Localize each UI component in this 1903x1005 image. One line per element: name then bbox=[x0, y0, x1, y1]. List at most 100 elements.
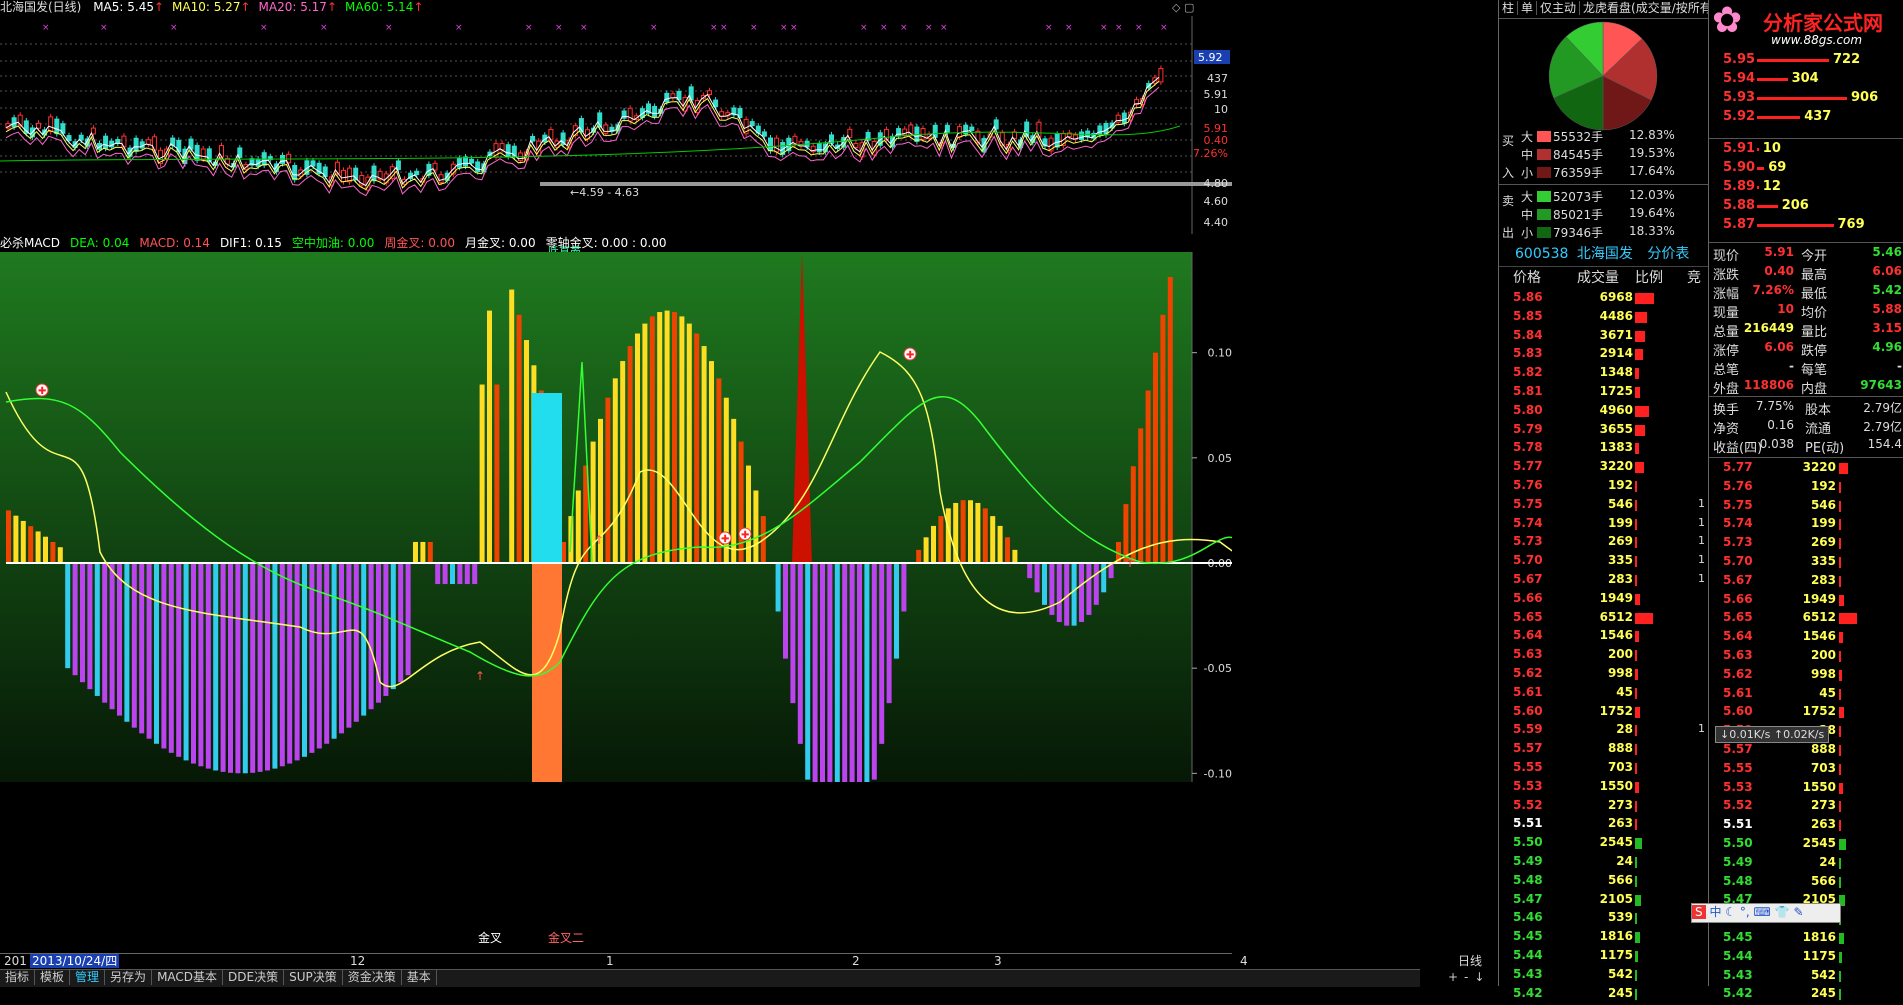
mid-tab[interactable]: 仅主动 bbox=[1537, 1, 1581, 15]
mid-tab[interactable]: 龙虎看盘(成交量/按所有 bbox=[1580, 1, 1709, 15]
row-price: 5.62 bbox=[1513, 666, 1543, 680]
row-volume: 703 bbox=[1810, 760, 1836, 775]
macd-bar bbox=[20, 520, 26, 563]
col-price[interactable]: 价格 bbox=[1513, 267, 1541, 287]
bottom-tab[interactable]: 指标 bbox=[0, 970, 36, 985]
macd-bar bbox=[420, 541, 426, 563]
ime-punct-icon[interactable]: °, bbox=[1740, 905, 1750, 919]
bottom-tab[interactable]: 另存为 bbox=[105, 970, 153, 985]
table-row: 5.66 1949 bbox=[1709, 592, 1903, 611]
month-12: 12 bbox=[350, 954, 366, 968]
money-flow-pie bbox=[1548, 21, 1658, 131]
row-volume: 1348 bbox=[1599, 365, 1633, 380]
candle-body bbox=[475, 161, 481, 173]
macd-bar bbox=[509, 289, 515, 563]
price-tick: 4.80 bbox=[1204, 177, 1229, 190]
row-price: 5.80 bbox=[1513, 402, 1543, 417]
macd-bar bbox=[242, 563, 248, 774]
ratio-bar bbox=[1839, 557, 1841, 568]
table-row: 5.49 24 bbox=[1499, 854, 1709, 873]
row-volume: 542 bbox=[1607, 966, 1633, 981]
macd-bar bbox=[124, 563, 130, 722]
row-volume: 539 bbox=[1607, 910, 1633, 925]
row-price: 5.43 bbox=[1723, 967, 1753, 982]
mid-tab[interactable]: 单 bbox=[1518, 1, 1538, 15]
macd-bar bbox=[1005, 537, 1010, 563]
table-row: 5.42 245 bbox=[1499, 986, 1709, 1005]
stat-value: 154.4 bbox=[1867, 437, 1902, 451]
stat-value: 7.75% bbox=[1755, 399, 1794, 413]
row-price: 5.43 bbox=[1513, 966, 1543, 981]
macd-indicator-label: DEA: 0.04 bbox=[69, 236, 130, 250]
flow-volume: 85021手 bbox=[1553, 208, 1604, 222]
ime-s-icon[interactable]: S bbox=[1692, 905, 1706, 919]
table-title[interactable]: 分价表 bbox=[1647, 246, 1689, 262]
bottom-tabs: 指标 模板 管理 另存为 MACD基本 DDE决策 SUP决策 资金决策 基本 bbox=[0, 969, 1420, 987]
ask-volume: 437 bbox=[1804, 109, 1832, 124]
zoom-controls[interactable]: +-↓ bbox=[1448, 970, 1490, 984]
quote-value: 10 bbox=[1777, 302, 1794, 316]
macd-bar bbox=[50, 541, 56, 563]
flow-percent: 17.64% bbox=[1629, 164, 1675, 178]
bottom-tab[interactable]: MACD基本 bbox=[152, 970, 224, 985]
candle-body bbox=[621, 110, 627, 119]
row-volume: 245 bbox=[1607, 985, 1633, 1000]
ime-mode[interactable]: 中 bbox=[1709, 905, 1721, 919]
macd-bar bbox=[6, 510, 11, 563]
row-volume: 1725 bbox=[1599, 384, 1633, 398]
speed-text: ↓0.01K/s ↑0.02K/s bbox=[1720, 728, 1825, 741]
quote-value: 7.26% bbox=[1752, 283, 1794, 297]
stat-label: 流通 bbox=[1805, 422, 1832, 437]
window-controls[interactable]: ◇ ▢ bbox=[1172, 1, 1194, 14]
bid-bar bbox=[1757, 224, 1834, 227]
macd-tick: -0.05 bbox=[1204, 662, 1232, 675]
row-price: 5.44 bbox=[1723, 948, 1753, 963]
ime-toolbar[interactable]: S 中 ☾ °, ⌨ 👕 ✎ bbox=[1691, 903, 1841, 923]
bottom-tab[interactable]: 模板 bbox=[35, 970, 71, 985]
ime-skin-icon[interactable]: 👕 bbox=[1775, 905, 1790, 919]
signal-bar-up bbox=[532, 393, 562, 563]
ime-keyboard-icon[interactable]: ⌨ bbox=[1754, 905, 1771, 919]
row-price: 5.79 bbox=[1513, 421, 1543, 436]
row-price: 5.66 bbox=[1513, 590, 1543, 605]
table-row: 5.57 888 bbox=[1709, 742, 1903, 761]
table-row: 5.67 283 1 bbox=[1499, 572, 1709, 591]
bottom-tab[interactable]: 管理 bbox=[70, 970, 106, 985]
ratio-bar bbox=[1839, 951, 1843, 963]
col-ratio[interactable]: 比例 bbox=[1635, 267, 1663, 287]
stat-value: 2.79亿 bbox=[1863, 401, 1902, 415]
macd-bar bbox=[1034, 563, 1040, 593]
ime-tool-icon[interactable]: ✎ bbox=[1793, 905, 1803, 919]
row-extra: 1 bbox=[1698, 572, 1705, 585]
quote-label: 最低 bbox=[1801, 287, 1828, 302]
bottom-tab[interactable]: 资金决策 bbox=[343, 970, 402, 985]
candle-body bbox=[1054, 133, 1060, 148]
ratio-bar bbox=[1635, 744, 1638, 756]
table-row: 5.75 546 1 bbox=[1499, 497, 1709, 516]
marker-x: × bbox=[710, 23, 718, 33]
ime-moon-icon[interactable]: ☾ bbox=[1725, 905, 1736, 919]
bottom-tab[interactable]: 基本 bbox=[402, 970, 437, 985]
candle-body bbox=[798, 141, 804, 147]
cursor-date: 2013/10/24/四 bbox=[30, 954, 120, 968]
bid-price: 5.88 bbox=[1723, 198, 1756, 213]
col-volume[interactable]: 成交量 bbox=[1577, 267, 1619, 287]
marker-x: × bbox=[925, 23, 933, 33]
macd-bar bbox=[294, 563, 300, 761]
macd-bar bbox=[331, 563, 337, 739]
signal-dot-icon: ✚ bbox=[741, 530, 749, 541]
candle-body bbox=[688, 86, 694, 101]
col-extra[interactable]: 竞 bbox=[1687, 267, 1701, 287]
mid-tab[interactable]: 柱 bbox=[1499, 1, 1519, 15]
quote-value: - bbox=[1789, 359, 1794, 373]
bottom-tab[interactable]: DDE决策 bbox=[223, 970, 285, 985]
ratio-bar bbox=[1635, 894, 1641, 906]
table-row: 5.55 703 bbox=[1709, 761, 1903, 780]
macd-bar bbox=[960, 500, 966, 563]
macd-bar bbox=[494, 384, 500, 563]
quote-label: 总笔 bbox=[1713, 363, 1740, 378]
period-label[interactable]: 日线 bbox=[1458, 954, 1482, 968]
row-extra: 1 bbox=[1698, 515, 1705, 529]
bottom-tab[interactable]: SUP决策 bbox=[284, 970, 343, 985]
macd-bar bbox=[235, 563, 241, 774]
